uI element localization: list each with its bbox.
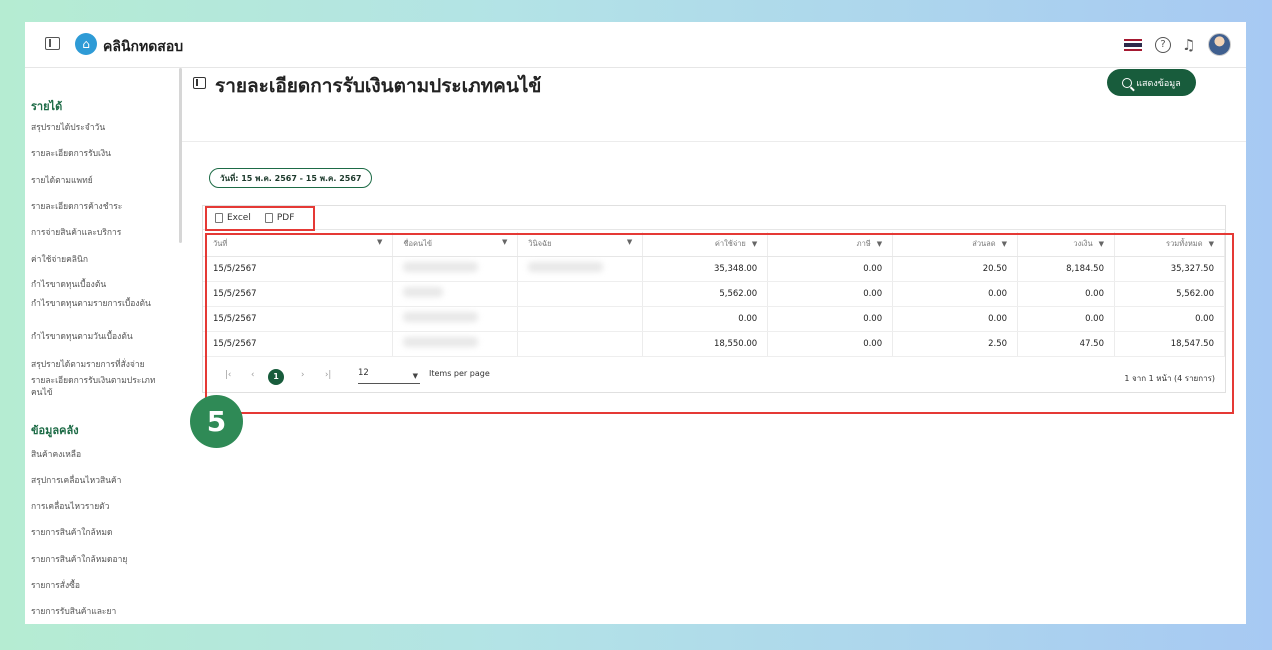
export-toolbar: Excel PDF <box>203 206 1225 230</box>
sidebar-item[interactable]: กำไรขาดทุนตามรายการเบื้องต้น <box>31 298 177 310</box>
sidebar-item[interactable]: รายการรับสินค้าและยา <box>31 606 177 618</box>
sidebar-item[interactable]: สรุปรายได้ตามรายการที่สั่งจ่าย <box>31 359 177 371</box>
sidebar-toggle-icon[interactable] <box>45 37 60 50</box>
sidebar-item[interactable]: รายละเอียดการรับเงินตามประเภทคนไข้ <box>31 375 177 399</box>
avatar[interactable] <box>1208 33 1231 56</box>
sidebar-section-title: รายได้ <box>31 100 63 113</box>
sidebar-item[interactable]: กำไรขาดทุนตามวันเบื้องต้น <box>31 331 177 343</box>
sidebar-item[interactable]: การจ่ายสินค้าและบริการ <box>31 227 177 239</box>
top-bar: ⌂ คลินิกทดสอบ ? ♫ <box>25 22 1246 68</box>
page-title: รายละเอียดการรับเงินตามประเภทคนไข้ <box>215 75 542 97</box>
thai-flag-icon[interactable] <box>1124 39 1142 51</box>
sidebar: รายได้สรุปรายได้ประจำวันรายละเอียดการรับ… <box>25 69 181 624</box>
sidebar-item[interactable]: รายการสินค้าใกล้หมด <box>31 527 177 539</box>
bell-icon[interactable]: ♫ <box>1182 36 1195 54</box>
date-range-chip[interactable]: วันที่: 15 พ.ค. 2567 - 15 พ.ค. 2567 <box>209 168 373 188</box>
highlight-table <box>205 233 1234 414</box>
sidebar-scrollbar[interactable] <box>179 68 182 243</box>
search-icon <box>1122 77 1133 88</box>
sidebar-item[interactable]: สินค้าคงเหลือ <box>31 449 177 461</box>
sidebar-item[interactable]: กำไรขาดทุนเบื้องต้น <box>31 279 177 291</box>
sidebar-section-title: ข้อมูลคลัง <box>31 424 79 437</box>
show-data-label: แสดงข้อมูล <box>1136 78 1181 89</box>
sidebar-item[interactable]: สรุปการเคลื่อนไหวสินค้า <box>31 475 177 487</box>
sidebar-item[interactable]: รายละเอียดการค้างชำระ <box>31 201 177 213</box>
sidebar-item[interactable]: การเคลื่อนไหวรายตัว <box>31 501 177 513</box>
clinic-logo-icon: ⌂ <box>75 33 97 55</box>
help-icon[interactable]: ? <box>1155 37 1171 53</box>
clinic-name: คลินิกทดสอบ <box>103 39 184 55</box>
panel-icon <box>193 77 206 89</box>
highlight-export <box>205 206 315 231</box>
sidebar-item[interactable]: ค่าใช้จ่ายคลินิก <box>31 254 177 266</box>
show-data-button[interactable]: แสดงข้อมูล <box>1107 69 1196 96</box>
sidebar-item[interactable]: รายการสั่งซื้อ <box>31 580 177 592</box>
step-badge: 5 <box>190 395 243 448</box>
sidebar-item[interactable]: สรุปรายได้ประจำวัน <box>31 122 177 134</box>
sidebar-item[interactable]: รายได้ตามแพทย์ <box>31 175 177 187</box>
header-divider <box>182 141 1246 142</box>
sidebar-item[interactable]: รายละเอียดการรับเงิน <box>31 148 177 160</box>
sidebar-item[interactable]: รายการสินค้าใกล้หมดอายุ <box>31 554 177 566</box>
